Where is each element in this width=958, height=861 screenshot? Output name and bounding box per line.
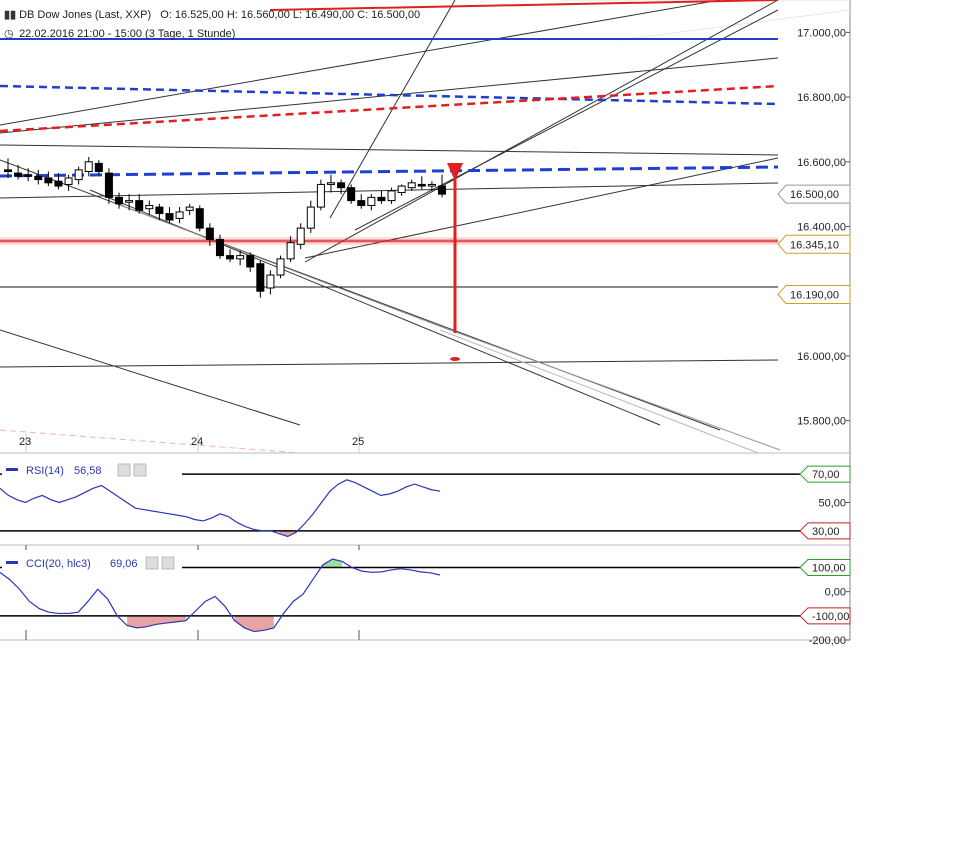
y-tick-label: 15.800,00	[797, 416, 846, 428]
instrument-name: DB Dow Jones (Last, XXP)	[19, 9, 152, 21]
rsi-y-tick-label: 50,00	[818, 498, 846, 510]
candle[interactable]	[226, 255, 235, 260]
cci-legend-swatch	[6, 561, 18, 564]
candle[interactable]	[306, 206, 315, 229]
bars-icon[interactable]: ▮▮	[4, 8, 16, 21]
red-dashed-channel[interactable]	[0, 84, 779, 133]
candle[interactable]	[4, 169, 12, 172]
candle[interactable]	[175, 211, 184, 219]
period-header: ◷ 22.02.2016 21:00 - 15:00 (3 Tage, 1 St…	[4, 27, 235, 40]
faint-red-dashed	[0, 429, 301, 454]
clock-icon[interactable]: ◷	[4, 27, 16, 40]
rsi-settings-icon[interactable]	[117, 463, 131, 477]
candle[interactable]	[387, 190, 396, 202]
candle[interactable]	[34, 175, 43, 181]
candle[interactable]	[266, 274, 275, 289]
rsi-level-label: 30,00	[812, 526, 840, 538]
candle[interactable]	[367, 196, 376, 206]
candle[interactable]	[205, 227, 214, 240]
y-tick-label: 16.400,00	[797, 222, 846, 234]
instrument-header: ▮▮ DB Dow Jones (Last, XXP) O: 16.525,00…	[4, 8, 420, 21]
candle[interactable]	[427, 183, 436, 187]
cci-level-label: -100,00	[812, 611, 849, 623]
candle[interactable]	[94, 162, 103, 172]
candle[interactable]	[316, 183, 325, 208]
trend-line[interactable]	[0, 144, 779, 156]
candle[interactable]	[407, 182, 416, 189]
candle[interactable]	[337, 182, 346, 189]
cci-close-icon[interactable]	[161, 556, 175, 570]
y-tick-label: 17.000,00	[797, 27, 846, 39]
cci-settings-icon[interactable]	[145, 556, 159, 570]
trend-line[interactable]	[119, 204, 451, 331]
y-tick-label: 16.600,00	[797, 157, 846, 169]
target-dot	[450, 357, 460, 361]
candle[interactable]	[104, 172, 113, 198]
cci-value: 69,06	[110, 558, 138, 570]
candle[interactable]	[14, 172, 23, 177]
candle[interactable]	[145, 204, 154, 210]
rsi-value: 56,58	[74, 465, 102, 477]
candle[interactable]	[84, 161, 93, 172]
rsi-name: RSI(14)	[26, 465, 64, 477]
trend-line[interactable]	[0, 359, 779, 368]
rsi-legend-swatch	[6, 468, 18, 471]
blue-dashed-line[interactable]	[0, 165, 779, 178]
candle[interactable]	[286, 242, 295, 260]
price-marker-label: 16.345,10	[790, 239, 839, 251]
chart-canvas[interactable]: 17.000,00 16.800,00 16.600,00 16.400,00 16.0…	[0, 0, 958, 858]
candle[interactable]	[185, 206, 194, 211]
candle[interactable]	[347, 187, 356, 202]
candle[interactable]	[417, 183, 426, 187]
candle[interactable]	[125, 200, 134, 203]
candle[interactable]	[64, 177, 73, 185]
candle[interactable]	[236, 255, 245, 260]
candle[interactable]	[24, 174, 33, 177]
y-tick-label: 16.800,00	[797, 92, 846, 104]
candle[interactable]	[54, 180, 63, 187]
candle[interactable]	[377, 196, 386, 202]
candle[interactable]	[135, 200, 144, 211]
candle[interactable]	[246, 255, 255, 268]
x-tick-label: 24	[191, 436, 203, 448]
candle[interactable]	[74, 169, 83, 181]
x-tick-label: 25	[352, 436, 364, 448]
cci-y-tick-label: 0,00	[825, 587, 846, 599]
y-tick-label: 16.000,00	[797, 351, 846, 363]
candle[interactable]	[256, 263, 265, 292]
trend-line[interactable]	[0, 57, 779, 134]
candle[interactable]	[296, 227, 305, 245]
candle[interactable]	[215, 238, 224, 257]
cci-name: CCI(20, hlc3)	[26, 558, 91, 570]
chart-window: 17.000,00 16.800,00 16.600,00 16.400,00 16.0…	[0, 0, 958, 858]
candle[interactable]	[326, 182, 335, 185]
candle[interactable]	[357, 200, 366, 206]
trend-line[interactable]	[354, 9, 779, 231]
rsi-close-icon[interactable]	[133, 463, 147, 477]
ohlc-readout: O: 16.525,00 H: 16.560,00 L: 16.490,00 C…	[160, 9, 421, 21]
candle[interactable]	[397, 185, 406, 194]
trend-line[interactable]	[304, 157, 779, 259]
rsi-level-label: 70,00	[812, 469, 840, 481]
candle[interactable]	[115, 196, 124, 205]
candle[interactable]	[44, 177, 53, 184]
rsi-line[interactable]	[0, 479, 441, 538]
cci-y-tick-label: -200,00	[809, 635, 846, 647]
candle[interactable]	[155, 206, 164, 215]
price-marker-label: 16.500,00	[790, 189, 839, 201]
trend-line[interactable]	[0, 329, 301, 426]
trend-line[interactable]	[439, 329, 759, 454]
candle[interactable]	[165, 213, 174, 221]
x-tick-label: 23	[19, 436, 31, 448]
trend-line[interactable]	[449, 329, 781, 451]
trend-line[interactable]	[89, 189, 661, 426]
candle[interactable]	[438, 185, 446, 195]
price-marker-label: 16.190,00	[790, 289, 839, 301]
candle[interactable]	[276, 258, 285, 276]
period-label: 22.02.2016 21:00 - 15:00 (3 Tage, 1 Stun…	[19, 28, 236, 40]
cci-level-label: 100,00	[812, 563, 846, 575]
candle[interactable]	[195, 208, 204, 229]
